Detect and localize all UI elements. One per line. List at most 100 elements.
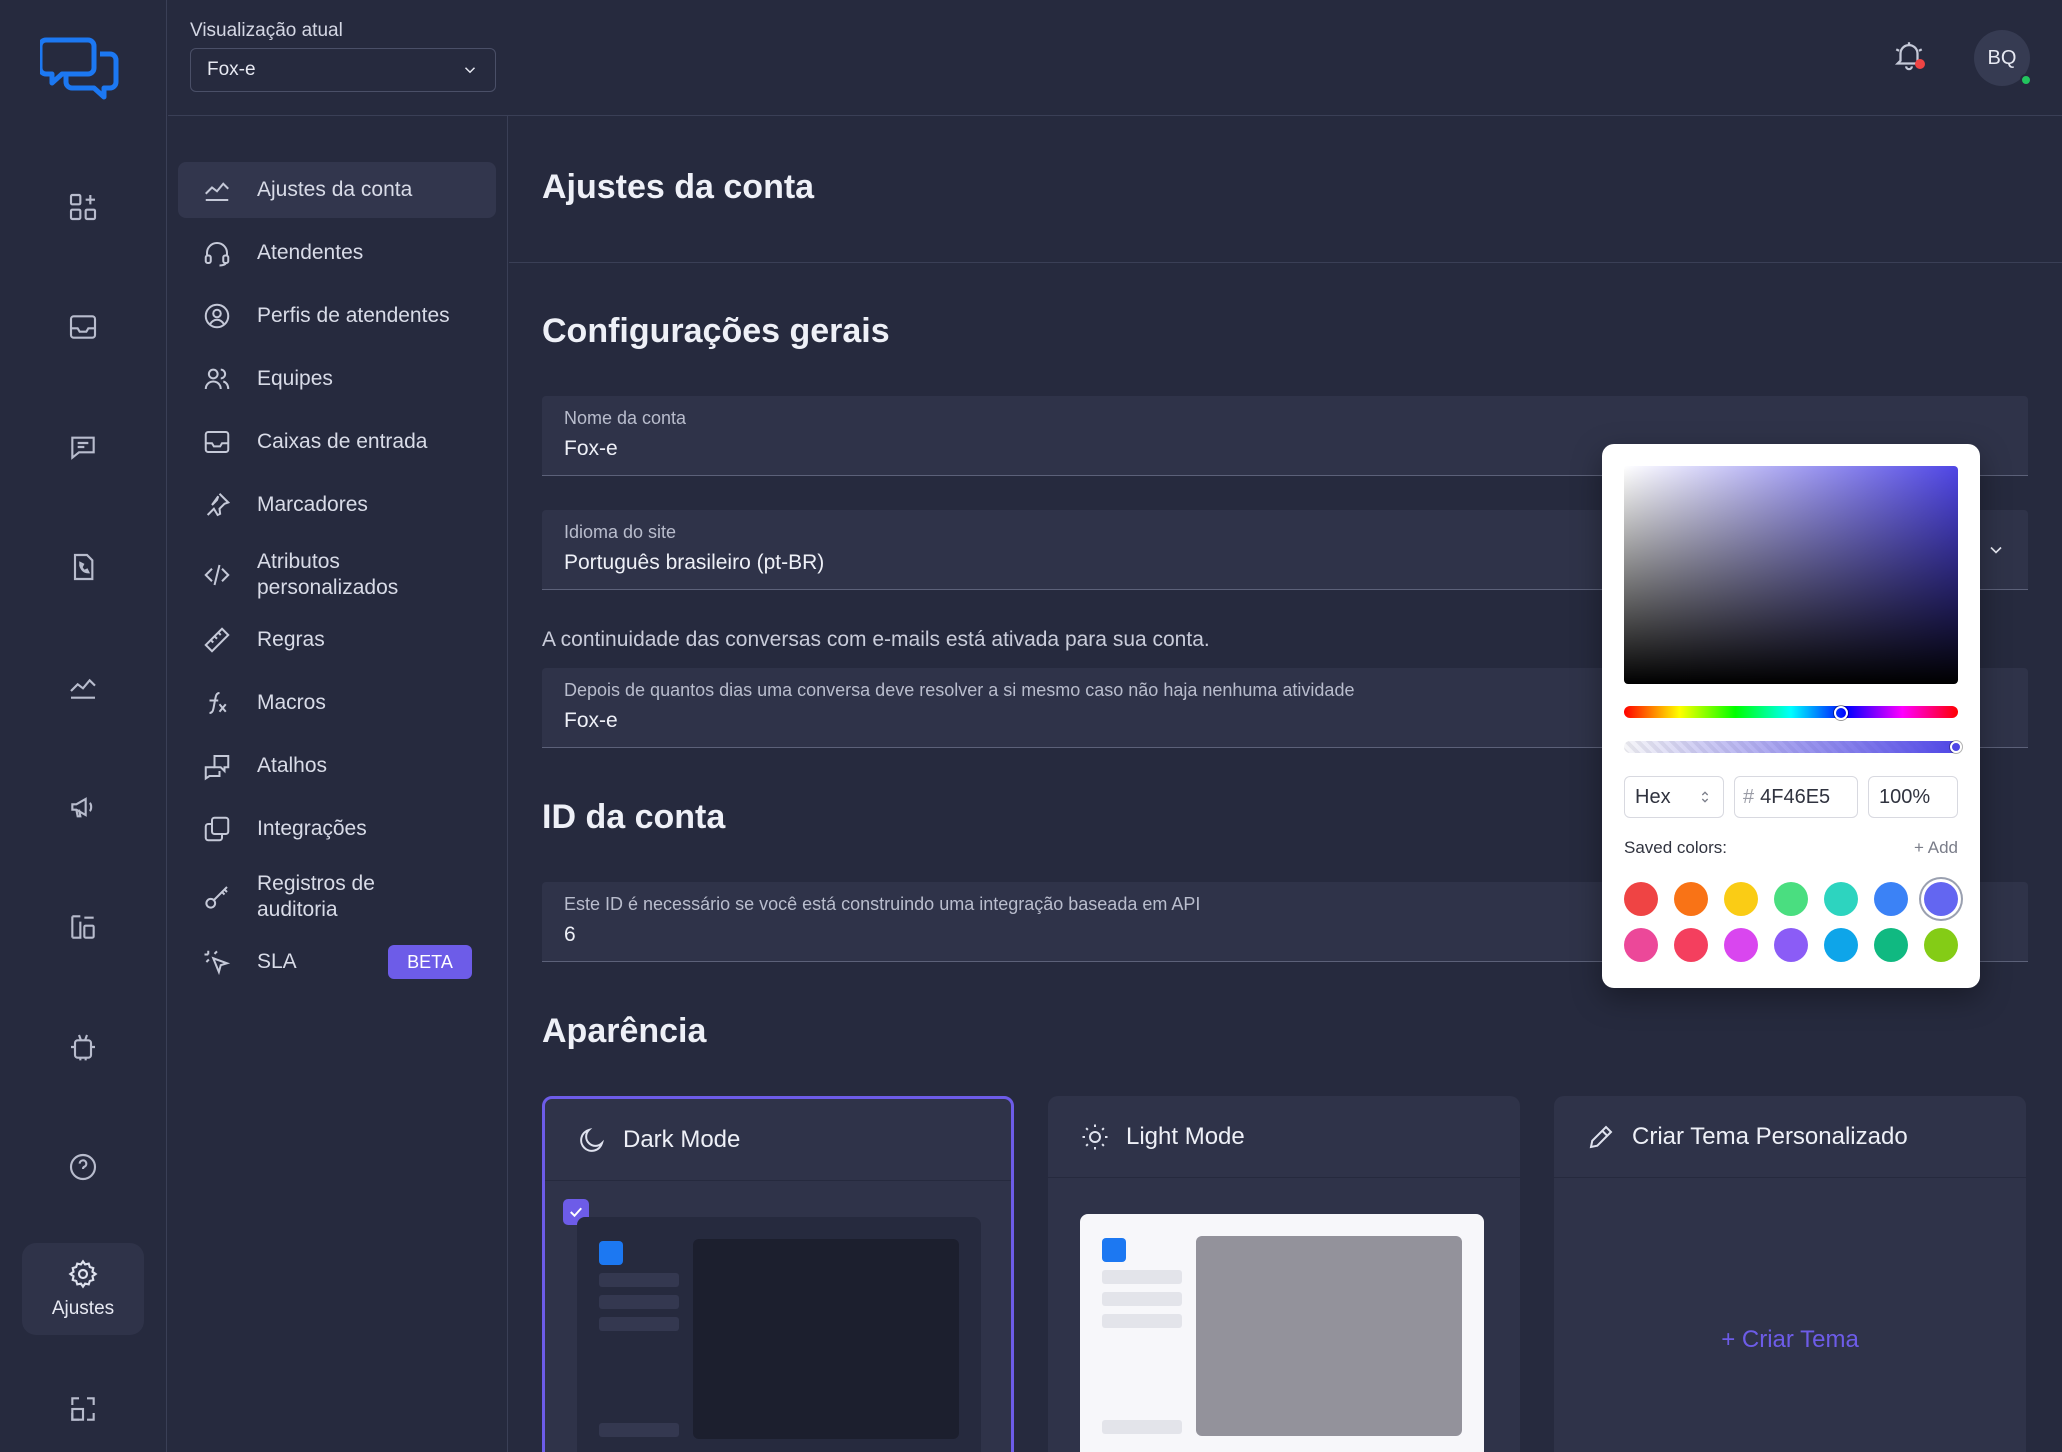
subnav-item-label: Atalhos — [257, 754, 328, 777]
settings-nav-button[interactable]: Ajustes — [22, 1243, 144, 1335]
inbox-icon[interactable] — [22, 296, 144, 358]
layers-icon — [204, 816, 230, 842]
saved-color-swatch[interactable] — [1624, 882, 1658, 916]
current-view-select[interactable]: Fox-e — [190, 48, 496, 92]
expand-sidebar-icon[interactable] — [22, 1378, 144, 1440]
custom-theme-label: Criar Tema Personalizado — [1632, 1122, 1908, 1150]
primary-rail: Ajustes — [0, 0, 167, 1452]
saturation-value-area[interactable] — [1624, 466, 1958, 684]
saved-color-swatch[interactable] — [1824, 928, 1858, 962]
preview-main-panel — [1196, 1236, 1462, 1436]
saved-color-swatch[interactable] — [1674, 928, 1708, 962]
cursor-click-icon — [204, 950, 231, 976]
subnav-item-inboxes[interactable]: Caixas de entrada — [178, 414, 496, 470]
key-icon — [205, 886, 228, 909]
preview-line — [599, 1273, 679, 1287]
avatar[interactable]: BQ — [1974, 30, 2032, 86]
saved-color-swatch[interactable] — [1874, 882, 1908, 916]
subnav-item-label: Registros de auditoria — [257, 872, 375, 921]
saved-color-swatch[interactable] — [1774, 928, 1808, 962]
users-icon — [204, 368, 230, 390]
preview-line — [1102, 1314, 1182, 1328]
custom-theme-card[interactable]: Criar Tema Personalizado + Criar Tema — [1554, 1096, 2026, 1452]
subnav-item-labels[interactable]: Marcadores — [178, 477, 496, 533]
subnav-item-integrations[interactable]: Integrações — [178, 801, 496, 857]
subnav-item-agent-profiles[interactable]: Perfis de atendentes — [178, 288, 496, 344]
preview-line — [1102, 1270, 1182, 1284]
saved-color-swatch[interactable] — [1924, 882, 1958, 916]
saved-color-swatch[interactable] — [1724, 882, 1758, 916]
online-status-dot — [2020, 74, 2032, 86]
chevron-down-icon — [464, 67, 476, 74]
opacity-value: 100% — [1879, 785, 1931, 808]
dark-mode-card[interactable]: Dark Mode — [542, 1096, 1014, 1452]
light-mode-preview — [1080, 1214, 1484, 1452]
opacity-slider-handle[interactable] — [1950, 741, 1962, 753]
top-bar: Visualização atual Fox-e BQ — [168, 0, 2062, 116]
color-format-select[interactable]: Hex — [1624, 776, 1724, 818]
campaigns-megaphone-icon[interactable] — [22, 776, 144, 838]
subnav-item-label: Caixas de entrada — [257, 430, 428, 453]
subnav-item-agents[interactable]: Atendentes — [178, 225, 496, 281]
add-saved-color-button[interactable]: + Add — [1914, 838, 1958, 858]
preview-line — [1102, 1420, 1182, 1434]
subnav-item-canned-responses[interactable]: Atalhos — [178, 738, 496, 794]
dashboard-apps-icon[interactable] — [22, 176, 144, 238]
library-icon[interactable] — [22, 896, 144, 958]
custom-theme-header: Criar Tema Personalizado — [1554, 1096, 2026, 1178]
subnav-item-custom-attributes[interactable]: Atributos personalizados — [178, 540, 496, 610]
subnav-item-audit-logs[interactable]: Registros de auditoria — [178, 862, 496, 932]
subnav-item-label: Perfis de atendentes — [257, 304, 450, 327]
saved-color-swatch[interactable] — [1874, 928, 1908, 962]
chat-logo-icon[interactable] — [40, 34, 120, 104]
avatar-initials: BQ — [1987, 46, 2017, 69]
preview-line — [599, 1317, 679, 1331]
light-mode-card[interactable]: Light Mode — [1048, 1096, 1520, 1452]
notifications-button[interactable] — [1892, 38, 1928, 74]
hex-hash: # — [1743, 785, 1755, 808]
beta-badge: BETA — [388, 945, 472, 979]
subnav-item-label: Atendentes — [257, 241, 364, 264]
current-view-value: Fox-e — [207, 59, 256, 80]
contacts-book-icon[interactable] — [22, 536, 144, 598]
hue-slider-handle[interactable] — [1834, 706, 1849, 720]
subnav-item-label: Ajustes da conta — [257, 178, 413, 201]
subnav-item-teams[interactable]: Equipes — [178, 351, 496, 407]
saved-color-swatch[interactable] — [1924, 928, 1958, 962]
opacity-slider[interactable] — [1624, 741, 1958, 753]
chevron-down-icon — [1990, 546, 2002, 554]
hex-value: 4F46E5 — [1760, 785, 1831, 808]
appearance-title: Aparência — [542, 1012, 707, 1050]
saved-color-swatch[interactable] — [1624, 928, 1658, 962]
saved-color-swatch[interactable] — [1774, 882, 1808, 916]
subnav-item-account-settings[interactable]: Ajustes da conta — [178, 162, 496, 218]
subnav-item-automation-rules[interactable]: Regras — [178, 612, 496, 668]
function-icon — [209, 692, 227, 714]
saved-color-swatch[interactable] — [1674, 882, 1708, 916]
dark-mode-header: Dark Mode — [545, 1099, 1011, 1181]
user-circle-icon — [204, 303, 230, 329]
saved-color-swatch[interactable] — [1824, 882, 1858, 916]
light-mode-header: Light Mode — [1048, 1096, 1520, 1178]
conversations-icon[interactable] — [22, 416, 144, 478]
create-theme-button[interactable]: + Criar Tema — [1554, 1326, 2026, 1354]
color-format-value: Hex — [1635, 785, 1671, 808]
subnav-item-macros[interactable]: Macros — [178, 675, 496, 731]
opacity-input[interactable]: 100% — [1868, 776, 1958, 818]
email-continuity-note: A continuidade das conversas com e-mails… — [542, 628, 1210, 651]
current-view-label: Visualização atual — [190, 20, 343, 41]
hue-slider[interactable] — [1624, 706, 1958, 718]
hex-input[interactable]: # 4F46E5 — [1734, 776, 1858, 818]
captain-bot-icon[interactable] — [22, 1016, 144, 1078]
subnav-item-label: Regras — [257, 628, 325, 651]
chart-line-icon — [205, 182, 229, 201]
subnav-item-sla[interactable]: SLA BETA — [178, 934, 496, 990]
moon-icon — [580, 1127, 605, 1152]
reports-chart-icon[interactable] — [22, 656, 144, 718]
gear-icon — [68, 1259, 98, 1289]
chat-bubbles-icon — [204, 755, 230, 781]
help-icon[interactable] — [22, 1136, 144, 1198]
subnav-item-label: Marcadores — [257, 493, 368, 516]
preview-line — [599, 1295, 679, 1309]
saved-color-swatch[interactable] — [1724, 928, 1758, 962]
